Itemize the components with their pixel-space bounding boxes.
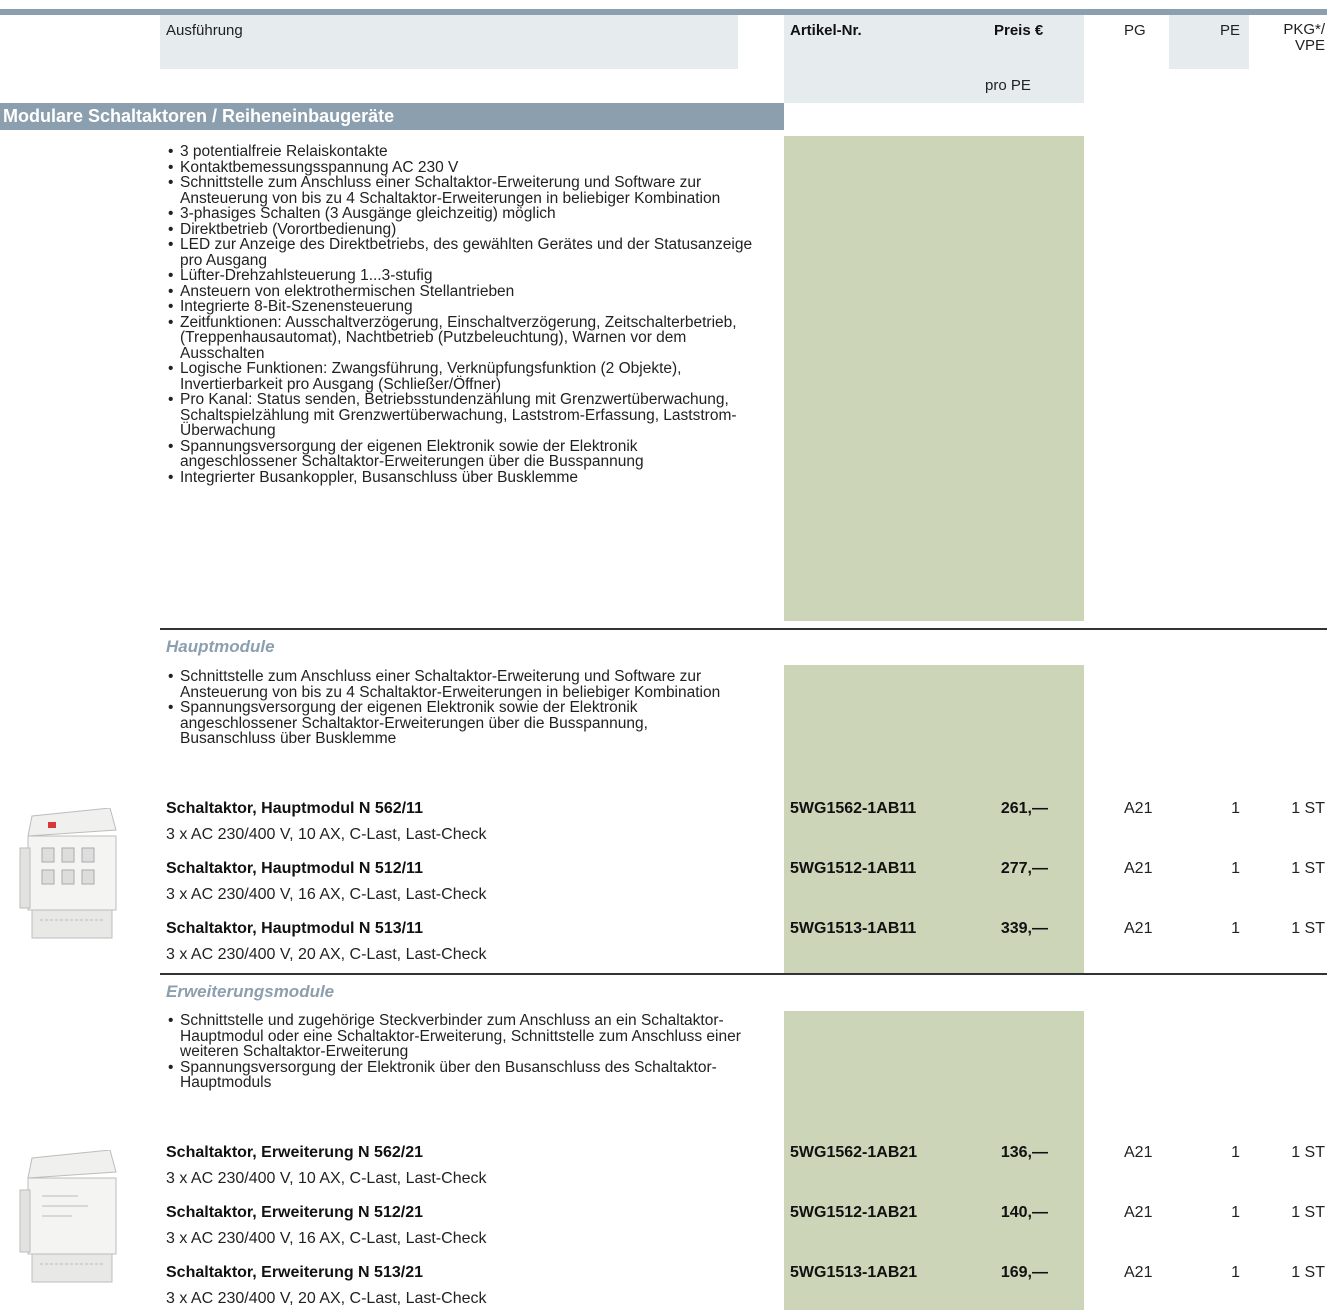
- product-spec: 3 x AC 230/400 V, 10 AX, C-Last, Last-Ch…: [166, 826, 487, 843]
- product-pe: 1: [1231, 1204, 1240, 1221]
- product-pkg: 1 ST: [1291, 1204, 1325, 1221]
- feature-item: Kontaktbemessungsspannung AC 230 V: [167, 159, 757, 176]
- subheading-hauptmodule: Hauptmodule: [166, 637, 275, 656]
- product-name: Schaltaktor, Erweiterung N 512/21: [166, 1204, 423, 1221]
- product-pkg: 1 ST: [1291, 920, 1325, 937]
- feature-item: Logische Funktionen: Zwangsführung, Verk…: [167, 361, 757, 392]
- feature-item: Lüfter-Drehzahlsteuerung 1...3-stufig: [167, 268, 757, 284]
- product-pkg: 1 ST: [1291, 1264, 1325, 1281]
- feature-item: 3 potentialfreie Relaiskontakte: [167, 144, 757, 160]
- header-preis: Preis €: [994, 22, 1044, 39]
- feature-item: Ansteuern von elektrothermischen Stellan…: [167, 283, 757, 300]
- product-spec: 3 x AC 230/400 V, 20 AX, C-Last, Last-Ch…: [166, 1290, 487, 1307]
- product-price: 277,—: [1000, 860, 1048, 877]
- feature-item: Zeitfunktionen: Ausschaltverzögerung, Ei…: [167, 314, 757, 362]
- feature-item: Pro Kanal: Status senden, Betriebsstunde…: [167, 392, 757, 439]
- product-pg: A21: [1124, 1204, 1153, 1221]
- product-name: Schaltaktor, Hauptmodul N 562/11: [166, 800, 423, 817]
- feature-item: Spannungsversorgung der eigenen Elektron…: [167, 438, 757, 470]
- header-ausfuehrung-cell: [160, 15, 738, 69]
- product-price: 140,—: [1000, 1204, 1048, 1221]
- device-image-hauptmodul: [19, 808, 117, 939]
- product-pg: A21: [1124, 1264, 1153, 1281]
- header-artikel-nr: Artikel-Nr.: [790, 22, 862, 39]
- product-article-number: 5WG1513-1AB11: [790, 920, 917, 937]
- product-article-number: 5WG1562-1AB21: [790, 1144, 918, 1161]
- product-article-number: 5WG1562-1AB11: [790, 800, 917, 817]
- product-spec: 3 x AC 230/400 V, 20 AX, C-Last, Last-Ch…: [166, 946, 487, 963]
- product-pe: 1: [1231, 800, 1240, 817]
- divider-erweiterungsmodule: [160, 973, 1327, 975]
- header-pkg: PKG*/ VPE: [1265, 22, 1325, 54]
- header-ausfuehrung: Ausführung: [166, 22, 243, 39]
- feature-item: Spannungsversorgung der Elektronik über …: [167, 1059, 742, 1091]
- product-article-number: 5WG1512-1AB21: [790, 1204, 918, 1221]
- product-pkg: 1 ST: [1291, 860, 1325, 877]
- section-title: Modulare Schaltaktoren / Reiheneinbauger…: [0, 103, 784, 130]
- device-image-erweiterung: [19, 1150, 117, 1283]
- feature-item: Spannungsversorgung der eigenen Elektron…: [167, 700, 727, 747]
- product-pkg: 1 ST: [1291, 800, 1325, 817]
- feature-item: 3-phasiges Schalten (3 Ausgänge gleichze…: [167, 206, 757, 222]
- feature-item: Schnittstelle und zugehörige Steckverbin…: [167, 1013, 742, 1060]
- hauptmodule-feature-list: Schnittstelle zum Anschluss einer Schalt…: [167, 669, 727, 747]
- product-pe: 1: [1231, 1264, 1240, 1281]
- product-name: Schaltaktor, Erweiterung N 562/21: [166, 1144, 423, 1161]
- product-pe: 1: [1231, 920, 1240, 937]
- product-spec: 3 x AC 230/400 V, 16 AX, C-Last, Last-Ch…: [166, 1230, 487, 1247]
- header-pro-pe: pro PE: [985, 77, 1031, 94]
- product-pg: A21: [1124, 920, 1153, 937]
- feature-item: LED zur Anzeige des Direktbetriebs, des …: [167, 237, 757, 268]
- product-pkg: 1 ST: [1291, 1144, 1325, 1161]
- header-pkg-line2: VPE: [1294, 37, 1325, 54]
- product-spec: 3 x AC 230/400 V, 10 AX, C-Last, Last-Ch…: [166, 1170, 487, 1187]
- product-pe: 1: [1231, 1144, 1240, 1161]
- erweiterungsmodule-feature-list: Schnittstelle und zugehörige Steckverbin…: [167, 1013, 742, 1091]
- header-pe: PE: [1220, 22, 1241, 39]
- divider-hauptmodule: [160, 628, 1327, 630]
- product-price: 339,—: [1000, 920, 1048, 937]
- product-name: Schaltaktor, Erweiterung N 513/21: [166, 1264, 423, 1281]
- subheading-erweiterungsmodule: Erweiterungsmodule: [166, 982, 335, 1001]
- feature-item: Direktbetrieb (Vorortbedienung): [167, 221, 757, 238]
- product-pg: A21: [1124, 1144, 1153, 1161]
- product-price: 136,—: [1000, 1144, 1048, 1161]
- feature-item: Integrierte 8-Bit-Szenensteuerung: [167, 299, 757, 315]
- product-price: 261,—: [1000, 800, 1048, 817]
- product-name: Schaltaktor, Hauptmodul N 513/11: [166, 920, 423, 937]
- product-article-number: 5WG1513-1AB21: [790, 1264, 918, 1281]
- feature-item: Integrierter Busankoppler, Busanschluss …: [167, 469, 757, 486]
- product-name: Schaltaktor, Hauptmodul N 512/11: [166, 860, 423, 877]
- header-pg: PG: [1124, 22, 1146, 39]
- header-pkg-line1: PKG*/: [1283, 21, 1325, 38]
- product-price: 169,—: [1000, 1264, 1048, 1281]
- product-spec: 3 x AC 230/400 V, 16 AX, C-Last, Last-Ch…: [166, 886, 487, 903]
- product-pg: A21: [1124, 860, 1153, 877]
- product-pe: 1: [1231, 860, 1240, 877]
- product-pg: A21: [1124, 800, 1153, 817]
- product-article-number: 5WG1512-1AB11: [790, 860, 917, 877]
- feature-item: Schnittstelle zum Anschluss einer Schalt…: [167, 175, 757, 206]
- feature-item: Schnittstelle zum Anschluss einer Schalt…: [167, 669, 727, 700]
- price-column-general: [784, 136, 1084, 621]
- general-feature-list: 3 potentialfreie Relaiskontakte Kontaktb…: [167, 144, 757, 485]
